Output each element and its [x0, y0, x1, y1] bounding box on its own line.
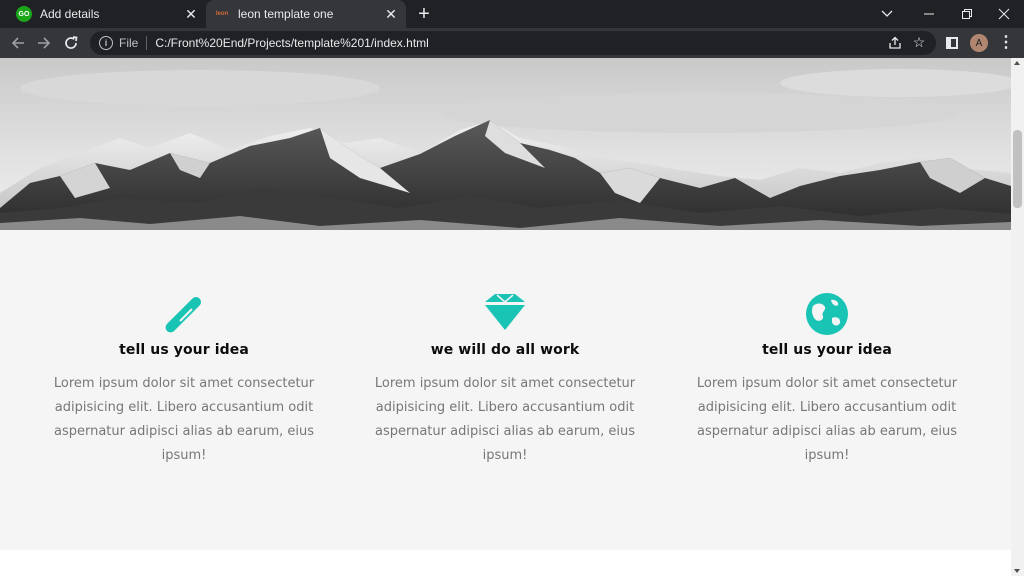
- scroll-down-arrow-icon[interactable]: [1014, 569, 1020, 573]
- features-section: tell us your idea Lorem ipsum dolor sit …: [0, 230, 1011, 550]
- globe-icon: [806, 293, 848, 335]
- feature-title: tell us your idea: [119, 342, 249, 358]
- share-icon[interactable]: [888, 36, 902, 50]
- close-window-icon[interactable]: [986, 0, 1022, 28]
- browser-toolbar: i File C:/Front%20End/Projects/template%…: [0, 28, 1024, 58]
- avatar[interactable]: A: [970, 34, 988, 52]
- minimize-icon[interactable]: [911, 0, 947, 28]
- go-favicon-icon: GO: [16, 6, 32, 22]
- restore-icon[interactable]: [949, 0, 985, 28]
- tab-leon-template[interactable]: leon leon template one ✕: [206, 0, 406, 28]
- tab-title: Add details: [40, 7, 100, 21]
- scheme-label: File: [119, 36, 139, 50]
- bookmark-star-icon[interactable]: ☆: [912, 35, 926, 49]
- menu-kebab-icon[interactable]: ⋮: [998, 34, 1014, 52]
- address-bar[interactable]: i File C:/Front%20End/Projects/template%…: [90, 31, 936, 55]
- feature-text: Lorem ipsum dolor sit amet consectetur a…: [374, 376, 636, 463]
- feature-card: we will do all work Lorem ipsum dolor si…: [355, 292, 655, 468]
- tab-search-chevron-icon[interactable]: [869, 0, 905, 28]
- hero-mountain-image: [0, 58, 1011, 230]
- feature-card: tell us your idea Lorem ipsum dolor sit …: [34, 292, 334, 468]
- pencil-icon: [165, 296, 202, 333]
- scroll-up-arrow-icon[interactable]: [1014, 61, 1020, 65]
- feature-title: tell us your idea: [762, 342, 892, 358]
- divider: [146, 36, 148, 50]
- tab-title: leon template one: [238, 7, 334, 21]
- forward-arrow-icon[interactable]: [32, 31, 56, 55]
- close-tab-icon[interactable]: ✕: [382, 5, 400, 23]
- plus-icon[interactable]: +: [414, 4, 434, 24]
- page-scrollbar[interactable]: [1011, 58, 1024, 576]
- side-panel-icon[interactable]: [946, 37, 958, 49]
- diamond-icon: [485, 294, 525, 330]
- feature-text: Lorem ipsum dolor sit amet consectetur a…: [696, 376, 958, 463]
- back-arrow-icon[interactable]: [6, 31, 30, 55]
- feature-card: tell us your idea Lorem ipsum dolor sit …: [677, 292, 977, 468]
- url-text[interactable]: C:/Front%20End/Projects/template%201/ind…: [155, 36, 428, 50]
- reload-icon[interactable]: [59, 31, 83, 55]
- tab-strip: GO Add details ✕ leon leon template one …: [0, 0, 1024, 28]
- feature-title: we will do all work: [430, 342, 580, 358]
- info-icon[interactable]: i: [99, 36, 113, 50]
- tab-add-details[interactable]: GO Add details ✕: [8, 0, 206, 28]
- feature-text: Lorem ipsum dolor sit amet consectetur a…: [53, 376, 315, 463]
- close-tab-icon[interactable]: ✕: [182, 5, 200, 23]
- scrollbar-thumb[interactable]: [1013, 130, 1022, 208]
- leon-favicon-icon: leon: [215, 11, 229, 17]
- page-viewport: tell us your idea Lorem ipsum dolor sit …: [0, 58, 1011, 576]
